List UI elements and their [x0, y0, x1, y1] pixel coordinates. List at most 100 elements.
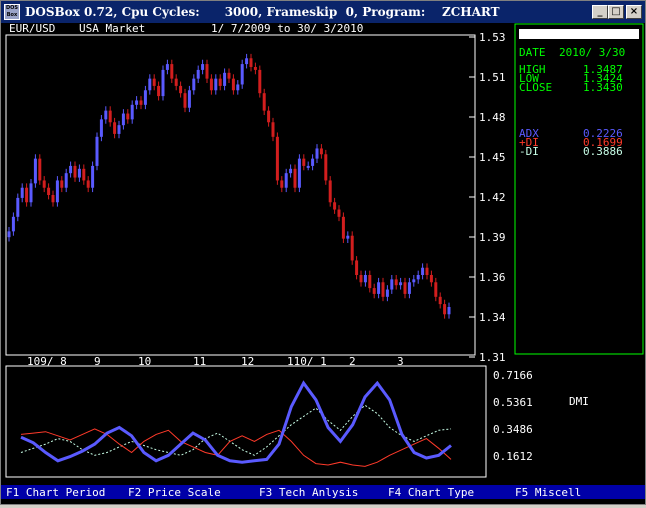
- candle-body: [214, 78, 218, 91]
- candle-body: [25, 187, 29, 203]
- candle-body: [293, 168, 297, 188]
- candle-body: [311, 158, 315, 166]
- candle-body: [253, 67, 257, 70]
- minus-di-value: 0.3886: [583, 145, 623, 158]
- candle-body: [280, 180, 284, 188]
- candle-body: [429, 275, 433, 283]
- candle-body: [359, 275, 363, 283]
- candle-body: [377, 282, 381, 294]
- candle-body: [42, 180, 46, 188]
- date-value: 2010/ 3/30: [559, 46, 625, 59]
- minus-di-label: -DI: [519, 145, 539, 158]
- function-key-f3[interactable]: F3 Tech Anlysis: [259, 486, 358, 499]
- time-tick-label: 110/ 1: [287, 355, 327, 368]
- candle-body: [60, 180, 64, 188]
- candle-body: [161, 69, 165, 97]
- candle-body: [157, 85, 161, 97]
- close-button[interactable]: ×: [626, 5, 642, 19]
- candle-body: [73, 165, 77, 178]
- dos-screen: EUR/USD USA Market 1/ 7/2009 to 30/ 3/20…: [1, 22, 645, 504]
- candle-body: [99, 119, 103, 137]
- candle-body: [64, 173, 68, 188]
- indicator-tick-label: 0.3486: [493, 423, 533, 436]
- candle-body: [416, 275, 420, 280]
- maximize-button[interactable]: □: [608, 5, 624, 19]
- candle-body: [95, 136, 99, 166]
- price-chart-frame: [5, 34, 476, 356]
- candle-body: [385, 289, 389, 297]
- candle-body: [82, 168, 86, 181]
- candle-body: [227, 72, 231, 79]
- candle-body: [174, 78, 178, 86]
- candle-body: [33, 158, 37, 184]
- date-range-label: 1/ 7/2009 to 30/ 3/2010: [211, 23, 363, 35]
- price-tick-label: 1.34: [479, 311, 506, 324]
- candle-body: [209, 78, 213, 91]
- indicator-tick-label: 0.1612: [493, 450, 533, 463]
- candle-body: [77, 168, 81, 178]
- candle-body: [187, 90, 191, 108]
- price-tick-label: 1.42: [479, 191, 506, 204]
- candle-body: [113, 122, 117, 134]
- candle-body: [337, 209, 341, 217]
- function-key-f2[interactable]: F2 Price Scale: [128, 486, 221, 499]
- candle-body: [236, 84, 240, 91]
- candle-body: [262, 93, 266, 111]
- candle-body: [407, 282, 411, 294]
- candle-body: [372, 288, 376, 294]
- time-tick-label: 12: [241, 355, 254, 368]
- candle-body: [179, 85, 183, 94]
- candle-body: [11, 216, 15, 232]
- candle-body: [368, 275, 372, 289]
- candle-body: [29, 183, 33, 203]
- market-label: USA Market: [79, 23, 145, 35]
- candle-body: [192, 78, 196, 91]
- candle-body: [394, 279, 398, 286]
- candle-body: [143, 90, 147, 105]
- candle-body: [104, 110, 108, 120]
- candle-body: [333, 202, 337, 210]
- candle-body: [51, 195, 55, 203]
- chart-canvas: EUR/USD USA Market 1/ 7/2009 to 30/ 3/20…: [1, 22, 645, 499]
- candle-body: [381, 282, 385, 297]
- candle-body: [7, 231, 11, 238]
- time-tick-label: 10: [138, 355, 151, 368]
- candle-body: [438, 296, 442, 305]
- candle-body: [350, 235, 354, 261]
- price-tick-label: 1.31: [479, 351, 506, 364]
- date-label: DATE: [519, 46, 546, 59]
- candle-body: [306, 165, 310, 168]
- price-tick-label: 1.39: [479, 231, 506, 244]
- candle-body: [324, 154, 328, 181]
- indicator-name-label: DMI: [569, 395, 589, 408]
- candle-body: [135, 100, 139, 105]
- adx-line: [20, 380, 452, 464]
- function-key-f5[interactable]: F5 Miscell: [515, 486, 581, 499]
- dmi-lines: [20, 380, 452, 467]
- price-tick-label: 1.48: [479, 111, 506, 124]
- info-panel-highlight-bar: [519, 29, 639, 39]
- candle-body: [20, 187, 24, 198]
- candle-body: [403, 282, 407, 294]
- window-title: DOSBox 0.72, Cpu Cycles: 3000, Frameskip…: [25, 5, 500, 19]
- candle-body: [297, 158, 301, 188]
- candle-body: [319, 148, 323, 155]
- minimize-button[interactable]: _: [592, 5, 608, 19]
- candle-body: [399, 282, 403, 286]
- candle-body: [108, 110, 112, 123]
- function-key-f1[interactable]: F1 Chart Period: [6, 486, 105, 499]
- candle-body: [69, 165, 73, 174]
- candlestick-series: [7, 53, 451, 319]
- candle-body: [341, 216, 345, 239]
- candle-body: [196, 69, 200, 79]
- candle-body: [231, 78, 235, 91]
- candle-body: [289, 168, 293, 174]
- candle-body: [275, 136, 279, 181]
- dosbox-app-icon: DOS Box: [4, 4, 20, 20]
- price-tick-label: 1.53: [479, 31, 506, 44]
- function-key-f4[interactable]: F4 Chart Type: [388, 486, 474, 499]
- title-bar[interactable]: DOS Box DOSBox 0.72, Cpu Cycles: 3000, F…: [1, 1, 645, 23]
- candle-body: [443, 304, 447, 315]
- candle-body: [152, 78, 156, 86]
- candle-body: [412, 279, 416, 283]
